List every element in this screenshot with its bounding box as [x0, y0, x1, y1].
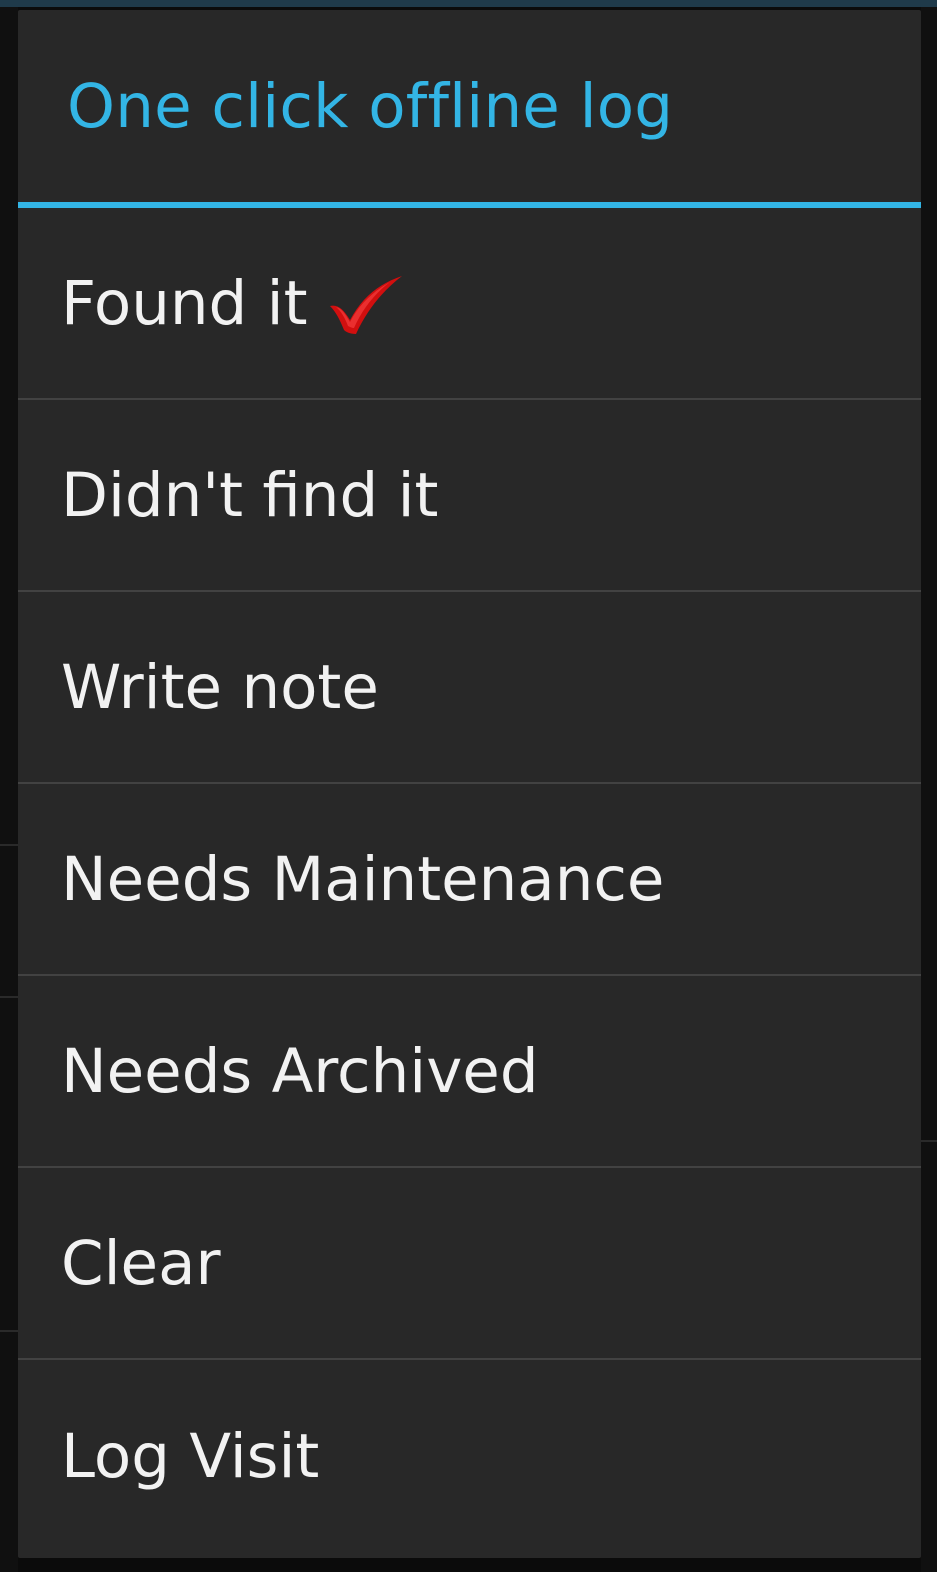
menu-item-label: Clear [61, 1227, 221, 1299]
menu-item-log-visit[interactable]: Log Visit [18, 1360, 921, 1552]
background-app-right-edge [921, 7, 937, 1572]
dialog-title: One click offline log [67, 70, 674, 142]
log-type-menu: Found it Didn't find it Write note Needs… [18, 208, 921, 1552]
red-check-icon [328, 276, 404, 336]
menu-item-label: Needs Maintenance [61, 843, 665, 915]
menu-item-found-it[interactable]: Found it [18, 208, 921, 400]
menu-item-label: Write note [61, 651, 379, 723]
menu-item-label: Needs Archived [61, 1035, 539, 1107]
menu-item-write-note[interactable]: Write note [18, 592, 921, 784]
menu-item-needs-archived[interactable]: Needs Archived [18, 976, 921, 1168]
menu-item-needs-maintenance[interactable]: Needs Maintenance [18, 784, 921, 976]
background-divider [921, 1140, 937, 1142]
menu-item-didnt-find-it[interactable]: Didn't find it [18, 400, 921, 592]
menu-item-label: Found it [61, 267, 308, 339]
background-divider [0, 844, 18, 846]
background-divider [0, 996, 18, 998]
background-app-left-edge [0, 7, 18, 1572]
menu-item-clear[interactable]: Clear [18, 1168, 921, 1360]
background-divider [0, 1330, 18, 1332]
background-app-top-bar [0, 0, 937, 7]
offline-log-dialog: One click offline log Found it Didn't fi… [18, 10, 921, 1558]
menu-item-label: Didn't find it [61, 459, 439, 531]
screen: One click offline log Found it Didn't fi… [0, 0, 937, 1572]
menu-item-label: Log Visit [61, 1420, 320, 1492]
